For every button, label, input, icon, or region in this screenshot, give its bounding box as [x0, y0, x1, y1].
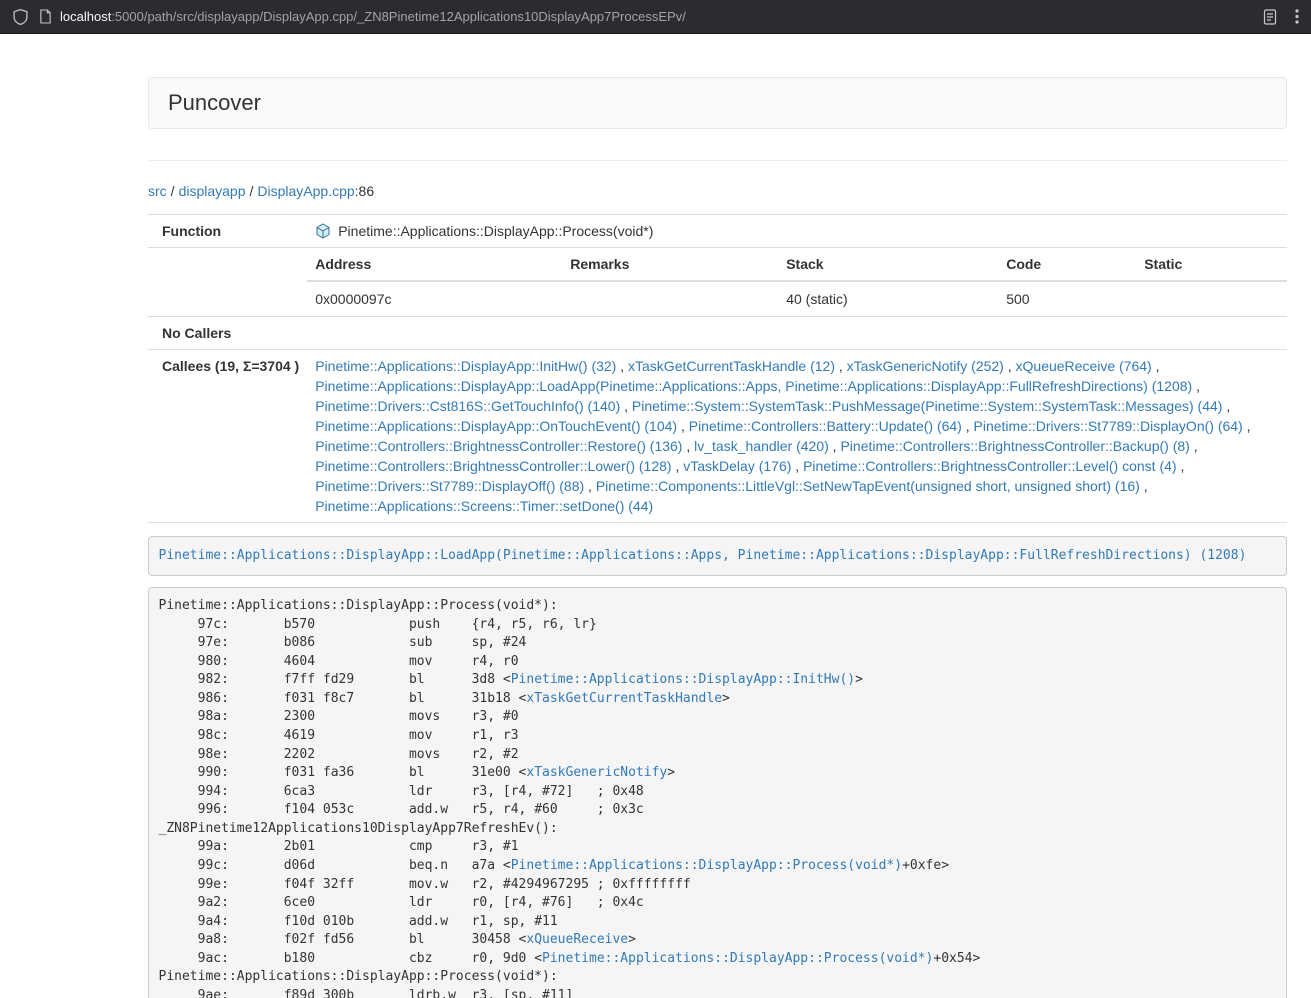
highlighted-symbol-link[interactable]: Pinetime::Applications::DisplayApp::Load…	[159, 548, 1247, 563]
details-table: Address Remarks Stack Code Static 0x0000…	[307, 248, 1287, 316]
callee-link[interactable]: Pinetime::System::SystemTask::PushMessag…	[632, 398, 1223, 414]
disassembly: Pinetime::Applications::DisplayApp::Proc…	[148, 587, 1287, 998]
symbol-link[interactable]: xQueueReceive	[526, 932, 628, 947]
function-row: Function Pinetime::Applications::Display…	[148, 215, 1287, 248]
callee-link[interactable]: Pinetime::Drivers::St7789::DisplayOff() …	[315, 478, 584, 494]
no-callers-row: No Callers	[148, 317, 1287, 350]
reader-view-icon[interactable]	[1263, 9, 1277, 25]
callee-link[interactable]: Pinetime::Applications::DisplayApp::Load…	[315, 378, 1192, 394]
highlight-block: Pinetime::Applications::DisplayApp::Load…	[148, 536, 1287, 576]
symbol-link[interactable]: Pinetime::Applications::DisplayApp::Proc…	[542, 951, 933, 966]
breadcrumb-line-number: :86	[355, 183, 374, 199]
page-info-icon[interactable]	[39, 9, 52, 24]
callee-link[interactable]: Pinetime::Applications::Screens::Timer::…	[315, 498, 653, 514]
breadcrumb-item-displayapp[interactable]: displayapp	[179, 183, 246, 199]
app-title: Puncover	[168, 90, 261, 115]
callee-link[interactable]: vTaskDelay (176)	[683, 458, 791, 474]
symbol-link[interactable]: Pinetime::Applications::DisplayApp::Proc…	[511, 858, 902, 873]
symbol-link[interactable]: xTaskGenericNotify	[526, 765, 667, 780]
column-stack: Stack	[778, 248, 998, 281]
function-label: Function	[148, 215, 307, 248]
callee-link[interactable]: Pinetime::Applications::DisplayApp::OnTo…	[315, 418, 677, 434]
details-data-row: 0x0000097c 40 (static) 500	[307, 281, 1287, 316]
stack-value: 40 (static)	[778, 281, 998, 316]
url-text[interactable]: localhost:5000/path/src/displayapp/Displ…	[60, 9, 686, 24]
column-address: Address	[307, 248, 562, 281]
callees-row: Callees (19, Σ=3704 ) Pinetime::Applicat…	[148, 350, 1287, 523]
address-value: 0x0000097c	[307, 281, 562, 316]
breadcrumb-item-src[interactable]: src	[148, 183, 167, 199]
callee-link[interactable]: xTaskGenericNotify (252)	[847, 358, 1004, 374]
callee-link[interactable]: Pinetime::Controllers::BrightnessControl…	[840, 438, 1189, 454]
shield-icon[interactable]	[12, 8, 29, 26]
browser-topbar: localhost:5000/path/src/displayapp/Displ…	[0, 0, 1311, 34]
callee-link[interactable]: xTaskGetCurrentTaskHandle (12)	[628, 358, 835, 374]
function-name: Pinetime::Applications::DisplayApp::Proc…	[338, 223, 653, 239]
breadcrumb-separator: /	[167, 183, 179, 199]
no-callers-label: No Callers	[148, 317, 307, 350]
details-header-row: Address Remarks Stack Code Static	[307, 248, 1287, 281]
code-value: 500	[998, 281, 1136, 316]
breadcrumb: src/displayapp/DisplayApp.cpp:86	[148, 181, 1287, 201]
app-title-box: Puncover	[148, 77, 1287, 129]
function-icon	[315, 223, 331, 239]
callee-link[interactable]: xQueueReceive (764)	[1016, 358, 1152, 374]
breadcrumb-item-file[interactable]: DisplayApp.cpp	[257, 183, 354, 199]
url-path[interactable]: :5000/path/src/displayapp/DisplayApp.cpp…	[111, 9, 686, 24]
function-table: Function Pinetime::Applications::Display…	[148, 214, 1287, 523]
callee-link[interactable]: lv_task_handler (420)	[694, 438, 829, 454]
callee-link[interactable]: Pinetime::Components::LittleVgl::SetNewT…	[596, 478, 1140, 494]
callee-link[interactable]: Pinetime::Applications::DisplayApp::Init…	[315, 358, 616, 374]
details-row: Address Remarks Stack Code Static 0x0000…	[148, 248, 1287, 317]
static-value	[1136, 281, 1287, 316]
url-host[interactable]: localhost	[60, 9, 111, 24]
url-bar[interactable]: localhost:5000/path/src/displayapp/Displ…	[39, 9, 1245, 24]
callee-link[interactable]: Pinetime::Controllers::BrightnessControl…	[315, 438, 682, 454]
callees-list: Pinetime::Applications::DisplayApp::Init…	[307, 350, 1287, 523]
callee-link[interactable]: Pinetime::Drivers::St7789::DisplayOn() (…	[974, 418, 1243, 434]
callees-label: Callees (19, Σ=3704 )	[148, 350, 307, 523]
symbol-link[interactable]: Pinetime::Applications::DisplayApp::Init…	[511, 672, 855, 687]
column-static: Static	[1136, 248, 1287, 281]
column-code: Code	[998, 248, 1136, 281]
breadcrumb-separator: /	[246, 183, 258, 199]
column-remarks: Remarks	[562, 248, 778, 281]
callee-link[interactable]: Pinetime::Controllers::BrightnessControl…	[803, 458, 1176, 474]
remarks-value	[562, 281, 778, 316]
menu-kebab-icon[interactable]	[1295, 8, 1299, 25]
divider	[148, 160, 1287, 161]
symbol-link[interactable]: xTaskGetCurrentTaskHandle	[526, 691, 722, 706]
callee-link[interactable]: Pinetime::Controllers::BrightnessControl…	[315, 458, 671, 474]
page-container: Puncover src/displayapp/DisplayApp.cpp:8…	[148, 77, 1287, 998]
callee-link[interactable]: Pinetime::Controllers::Battery::Update()…	[689, 418, 962, 434]
callee-link[interactable]: Pinetime::Drivers::Cst816S::GetTouchInfo…	[315, 398, 620, 414]
